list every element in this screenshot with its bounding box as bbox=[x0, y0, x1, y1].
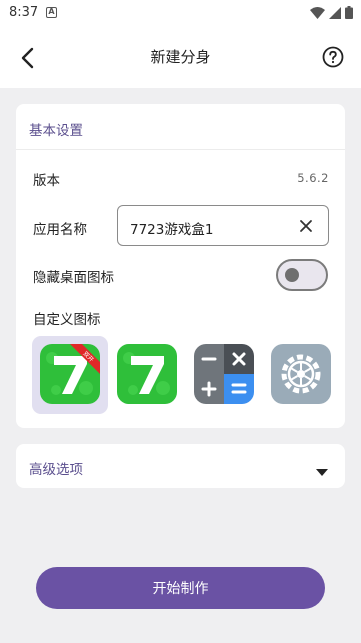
icon-option-more[interactable] bbox=[340, 336, 345, 414]
status-bar: 8:37 A bbox=[0, 0, 361, 26]
icon-option-calculator[interactable] bbox=[186, 336, 262, 414]
toggle-knob bbox=[285, 268, 299, 282]
version-value: 5.6.2 bbox=[297, 171, 329, 185]
7723-icon bbox=[117, 344, 177, 404]
app-name-label: 应用名称 bbox=[33, 222, 87, 238]
calculator-icon bbox=[194, 344, 254, 404]
settings-gear-icon bbox=[271, 344, 331, 404]
help-icon bbox=[322, 46, 344, 68]
wifi-icon bbox=[310, 6, 325, 19]
expand-button[interactable] bbox=[316, 462, 328, 476]
advanced-options-label: 高级选项 bbox=[29, 462, 83, 478]
help-button[interactable] bbox=[322, 46, 344, 68]
advanced-options-card[interactable]: 高级选项 bbox=[16, 444, 345, 488]
divider bbox=[16, 149, 345, 150]
icon-option-7723[interactable] bbox=[109, 336, 185, 414]
signal-icon bbox=[329, 6, 341, 19]
7723-badge-icon: 双开 bbox=[40, 344, 100, 404]
custom-icon-label: 自定义图标 bbox=[33, 312, 101, 328]
section-title-basic: 基本设置 bbox=[29, 123, 83, 139]
app-name-input[interactable]: 7723游戏盒1 bbox=[117, 205, 329, 246]
start-button[interactable]: 开始制作 bbox=[36, 567, 325, 609]
icon-option-7723-badge[interactable]: 双开 bbox=[32, 336, 108, 414]
hide-icon-toggle[interactable] bbox=[276, 259, 328, 291]
dropdown-arrow-icon bbox=[316, 469, 328, 476]
close-icon bbox=[300, 220, 312, 232]
page-title: 新建分身 bbox=[150, 48, 211, 66]
start-button-label: 开始制作 bbox=[152, 581, 209, 597]
icon-option-settings[interactable] bbox=[263, 336, 339, 414]
status-time: 8:37 bbox=[9, 5, 39, 20]
app-bar: 新建分身 bbox=[0, 26, 361, 88]
clear-button[interactable] bbox=[298, 218, 314, 234]
version-label: 版本 bbox=[33, 173, 60, 189]
notification-icon: A bbox=[46, 7, 57, 18]
hide-icon-label: 隐藏桌面图标 bbox=[33, 270, 114, 286]
icon-picker: 双开 bbox=[32, 336, 345, 416]
battery-icon bbox=[345, 6, 353, 19]
basic-settings-card: 基本设置 版本 5.6.2 应用名称 7723游戏盒1 隐藏桌面图标 自定义图标… bbox=[16, 104, 345, 428]
status-indicators bbox=[310, 6, 353, 19]
app-name-value[interactable]: 7723游戏盒1 bbox=[130, 218, 213, 238]
